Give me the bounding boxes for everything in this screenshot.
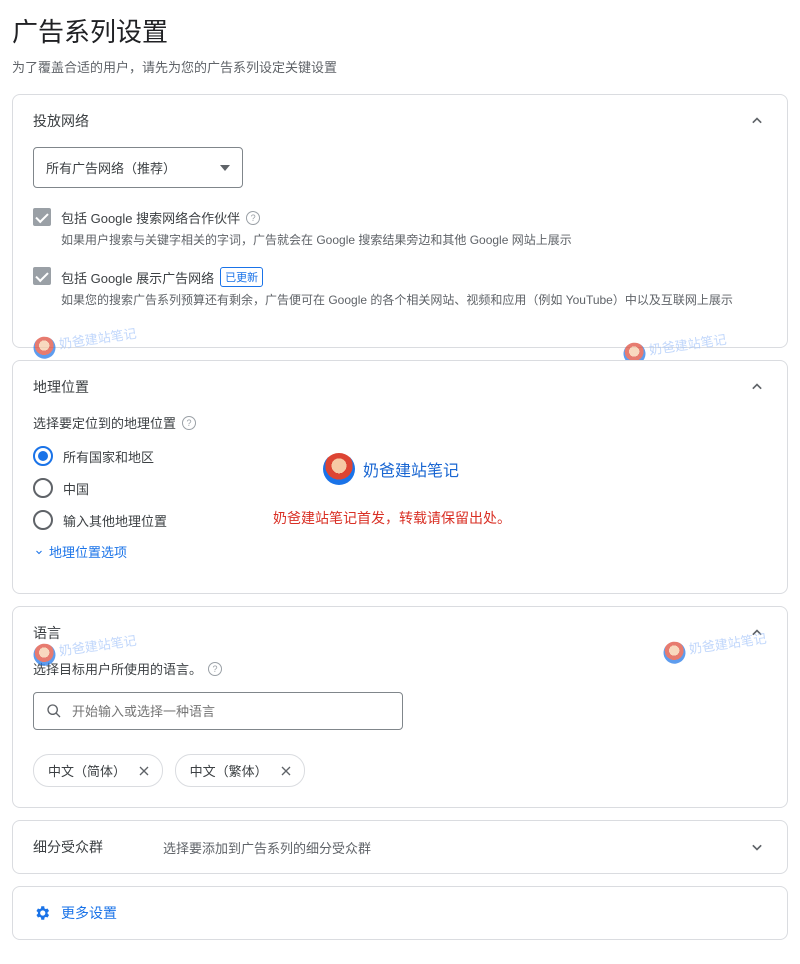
languages-header[interactable]: 语言 xyxy=(13,607,787,659)
page-subtitle: 为了覆盖合适的用户，请先为您的广告系列设定关键设置 xyxy=(12,57,788,76)
checkbox-checked-icon xyxy=(33,267,51,285)
more-settings-label: 更多设置 xyxy=(61,903,117,923)
help-icon[interactable]: ? xyxy=(182,416,196,430)
close-icon[interactable] xyxy=(278,763,294,779)
networks-header[interactable]: 投放网络 xyxy=(13,95,787,147)
locations-header[interactable]: 地理位置 xyxy=(13,361,787,413)
locations-title: 地理位置 xyxy=(33,377,89,397)
radio-checked-icon xyxy=(33,446,53,466)
checkbox-checked-icon xyxy=(33,208,51,226)
display-network-option[interactable]: 包括 Google 展示广告网络 已更新 如果您的搜索广告系列预算还有剩余，广告… xyxy=(33,267,767,309)
chevron-down-icon xyxy=(33,546,45,558)
locations-body: 选择要定位到的地理位置 ? 所有国家和地区 中国 输入其他地理位置 地理位置选项… xyxy=(13,413,787,593)
radio-label: 输入其他地理位置 xyxy=(63,511,167,530)
page-title: 广告系列设置 xyxy=(12,12,788,49)
networks-dropdown[interactable]: 所有广告网络（推荐） xyxy=(33,147,243,188)
radio-unchecked-icon xyxy=(33,510,53,530)
languages-section-label: 选择目标用户所使用的语言。 ? xyxy=(33,659,767,678)
audiences-title: 细分受众群 xyxy=(33,837,103,857)
languages-title: 语言 xyxy=(33,623,61,643)
languages-body: 选择目标用户所使用的语言。 ? 中文（简体） 中文（繁体） xyxy=(13,659,787,807)
chevron-up-icon xyxy=(747,623,767,643)
language-search-wrap[interactable] xyxy=(33,692,403,730)
gear-icon xyxy=(33,904,51,922)
chip-traditional-chinese[interactable]: 中文（繁体） xyxy=(175,754,305,787)
search-partners-option[interactable]: 包括 Google 搜索网络合作伙伴 ? 如果用户搜索与关键字相关的字词，广告就… xyxy=(33,208,767,249)
chevron-up-icon xyxy=(747,111,767,131)
chip-label: 中文（繁体） xyxy=(190,761,268,780)
chevron-down-icon xyxy=(747,837,767,857)
networks-body: 所有广告网络（推荐） 包括 Google 搜索网络合作伙伴 ? 如果用户搜索与关… xyxy=(13,147,787,347)
networks-card: 投放网络 所有广告网络（推荐） 包括 Google 搜索网络合作伙伴 ? 如果用… xyxy=(12,94,788,348)
updated-badge: 已更新 xyxy=(220,267,263,287)
caret-down-icon xyxy=(220,165,230,171)
chevron-up-icon xyxy=(747,377,767,397)
opt2-desc: 如果您的搜索广告系列预算还有剩余，广告便可在 Google 的各个相关网站、视频… xyxy=(61,291,733,309)
language-search-input[interactable] xyxy=(72,704,390,719)
help-icon[interactable]: ? xyxy=(246,211,260,225)
avatar-icon xyxy=(323,453,355,485)
watermark-note: 奶爸建站笔记首发，转载请保留出处。 xyxy=(273,508,511,528)
help-icon[interactable]: ? xyxy=(208,662,222,676)
search-icon xyxy=(46,703,62,719)
dropdown-value: 所有广告网络（推荐） xyxy=(46,158,176,177)
radio-label: 所有国家和地区 xyxy=(63,447,154,466)
chip-label: 中文（简体） xyxy=(48,761,126,780)
opt2-label: 包括 Google 展示广告网络 xyxy=(61,268,214,287)
audiences-card: 细分受众群 选择要添加到广告系列的细分受众群 xyxy=(12,820,788,874)
more-settings-card: 更多设置 xyxy=(12,886,788,940)
opt1-desc: 如果用户搜索与关键字相关的字词，广告就会在 Google 搜索结果旁边和其他 G… xyxy=(61,231,572,249)
networks-title: 投放网络 xyxy=(33,111,89,131)
radio-label: 中国 xyxy=(63,479,89,498)
audiences-header[interactable]: 细分受众群 选择要添加到广告系列的细分受众群 xyxy=(13,821,787,873)
audiences-desc: 选择要添加到广告系列的细分受众群 xyxy=(163,838,747,857)
more-settings-button[interactable]: 更多设置 xyxy=(13,887,787,939)
radio-unchecked-icon xyxy=(33,478,53,498)
location-options-expand[interactable]: 地理位置选项 xyxy=(33,542,767,561)
chip-simplified-chinese[interactable]: 中文（简体） xyxy=(33,754,163,787)
watermark-brand: 奶爸建站笔记 xyxy=(323,453,459,485)
close-icon[interactable] xyxy=(136,763,152,779)
locations-card: 地理位置 选择要定位到的地理位置 ? 所有国家和地区 中国 输入其他地理位置 地… xyxy=(12,360,788,594)
opt1-label: 包括 Google 搜索网络合作伙伴 xyxy=(61,208,240,227)
languages-card: 语言 选择目标用户所使用的语言。 ? 中文（简体） 中文（繁体） 奶爸建站笔记 … xyxy=(12,606,788,808)
language-chips: 中文（简体） 中文（繁体） xyxy=(33,754,767,787)
locations-section-label: 选择要定位到的地理位置 ? xyxy=(33,413,767,432)
